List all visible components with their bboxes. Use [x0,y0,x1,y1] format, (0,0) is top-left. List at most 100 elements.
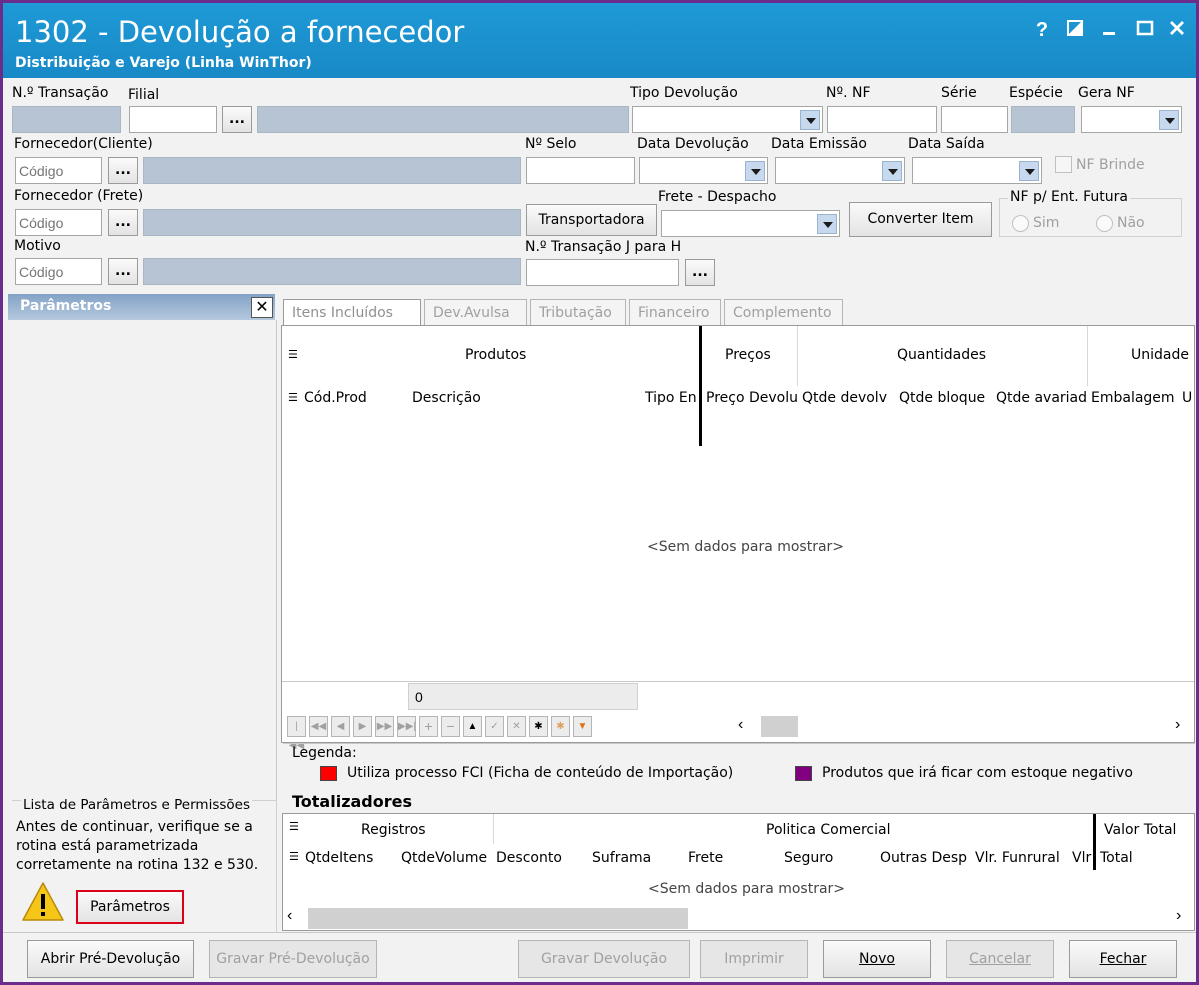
col-qtde-itens[interactable]: QtdeItens [305,850,397,866]
tab-dev-avulsa[interactable]: Dev.Avulsa [424,299,527,326]
col-seguro[interactable]: Seguro [784,850,876,866]
nav-prev-icon[interactable]: ◀ [331,716,350,737]
nav-last-icon[interactable]: ▶▶| [397,716,416,737]
transacao-jh-input[interactable] [526,259,679,286]
help-button[interactable]: ? [1030,19,1054,43]
h-scrollbar-thumb[interactable] [761,716,798,737]
scroll-right-icon[interactable]: › [1176,907,1181,925]
filial-input[interactable] [129,106,217,133]
chevron-down-icon[interactable] [800,110,820,130]
parametros-button[interactable]: Parâmetros [76,890,184,924]
nav-edit-icon[interactable]: ▲ [463,716,482,737]
num-nf-input[interactable] [827,106,937,133]
col-desconto[interactable]: Desconto [496,850,588,866]
h-scrollbar-thumb[interactable] [308,908,688,929]
col-tipo-en[interactable]: Tipo En [645,390,698,406]
filter-icon[interactable]: ▼ [573,716,592,737]
scroll-left-icon[interactable]: ‹ [738,716,743,734]
col-cod-prod[interactable]: Cód.Prod [304,390,384,406]
filial-search-button[interactable]: ... [222,106,252,133]
transacao-label: N.º Transação [12,85,109,101]
scroll-right-icon[interactable]: › [1175,716,1180,734]
gravar-pre-devolucao-button[interactable]: Gravar Pré-Devolução [209,940,377,978]
legend-divider [283,743,1195,745]
nav-refresh-icon[interactable]: ✱ [529,716,548,737]
fornecedor-frete-codigo-input[interactable] [15,209,102,236]
column-chooser-icon[interactable]: ☰ [288,391,298,404]
frete-despacho-select[interactable] [661,210,840,237]
nav-post-icon[interactable]: ✓ [485,716,504,737]
nav-delete-icon[interactable]: − [441,716,460,737]
close-icon[interactable] [1165,19,1189,43]
fornecedor-frete-search-button[interactable]: ... [108,209,138,236]
nav-bookmark-icon[interactable]: ✱ [551,716,570,737]
col-vlr[interactable]: Vlr [1072,850,1092,866]
tab-tributacao[interactable]: Tributação [530,299,626,326]
imprimir-button[interactable]: Imprimir [700,940,808,978]
chevron-down-icon[interactable] [745,161,765,181]
col-suframa[interactable]: Suframa [592,850,684,866]
num-selo-input[interactable] [526,157,635,184]
col-outras-desp[interactable]: Outras Desp [880,850,971,866]
tab-complemento[interactable]: Complemento [724,299,843,326]
col-frete[interactable]: Frete [688,850,780,866]
col-embalagem[interactable]: Embalagem [1091,390,1179,406]
nav-next-page-icon[interactable]: ▶▶ [375,716,394,737]
tipo-devolucao-select[interactable] [632,106,823,133]
col-qtde-devolv[interactable]: Qtde devolv [802,390,894,406]
serie-input[interactable] [941,106,1008,133]
col-qtde-bloque[interactable]: Qtde bloque [899,390,991,406]
cancelar-button[interactable]: Cancelar [946,940,1054,978]
column-chooser-icon[interactable]: ☰ [289,850,299,863]
sim-label: Sim [1033,215,1060,231]
gravar-devolucao-button[interactable]: Gravar Devolução [518,940,690,978]
col-preco-devolu[interactable]: Preço Devolu [706,390,797,406]
nav-prev-page-icon[interactable]: ◀◀ [309,716,328,737]
fornecedor-cliente-label: Fornecedor(Cliente) [14,136,153,152]
nf-brinde-checkbox[interactable] [1055,156,1072,173]
chevron-down-icon[interactable] [882,161,902,181]
column-chooser-icon[interactable]: ☰ [288,348,298,361]
transportadora-button[interactable]: Transportadora [526,204,657,236]
nav-cancel-icon[interactable]: ✕ [507,716,526,737]
params-close-button[interactable]: ✕ [251,297,273,318]
abrir-pre-devolucao-button[interactable]: Abrir Pré-Devolução [27,940,194,978]
nav-first-icon[interactable]: |◀◀ [287,716,306,751]
footer-divider [3,932,1196,933]
sim-radio[interactable] [1012,215,1029,232]
col-descricao[interactable]: Descrição [412,390,640,406]
col-total[interactable]: Total [1100,850,1160,866]
chevron-down-icon[interactable] [1019,161,1039,181]
converter-item-button[interactable]: Converter Item [849,202,992,237]
restore-icon[interactable] [1063,19,1087,43]
col-u[interactable]: U [1182,390,1194,406]
chevron-down-icon[interactable] [817,214,837,234]
fornecedor-cliente-codigo-input[interactable] [15,157,102,184]
data-emissao-picker[interactable] [775,157,905,184]
col-vlr-funrural[interactable]: Vlr. Funrural [975,850,1068,866]
motivo-codigo-input[interactable] [15,258,102,285]
gera-nf-select[interactable] [1081,106,1182,133]
col-qtde-volume[interactable]: QtdeVolume [401,850,493,866]
novo-button[interactable]: Novo [823,940,931,978]
col-qtde-avariad[interactable]: Qtde avariad [996,390,1086,406]
fechar-button[interactable]: Fechar [1069,940,1177,978]
num-selo-label: Nº Selo [525,136,577,152]
nao-radio[interactable] [1096,215,1113,232]
band-divider [699,326,702,446]
items-count: 0 [408,683,638,710]
maximize-icon[interactable] [1133,19,1157,43]
motivo-search-button[interactable]: ... [108,258,138,285]
fornecedor-cliente-search-button[interactable]: ... [108,157,138,184]
nav-next-icon[interactable]: ▶ [353,716,372,737]
minimize-icon[interactable] [1097,19,1121,43]
chevron-down-icon[interactable] [1159,110,1179,130]
tab-itens-incluidos[interactable]: Itens Incluídos [283,299,421,326]
tab-financeiro[interactable]: Financeiro [629,299,721,326]
transacao-jh-search-button[interactable]: ... [685,259,715,286]
data-saida-picker[interactable] [912,157,1042,184]
nav-add-icon[interactable]: + [419,716,438,737]
data-devolucao-picker[interactable] [639,157,768,184]
column-chooser-icon[interactable]: ☰ [289,820,299,833]
scroll-left-icon[interactable]: ‹ [287,907,292,925]
